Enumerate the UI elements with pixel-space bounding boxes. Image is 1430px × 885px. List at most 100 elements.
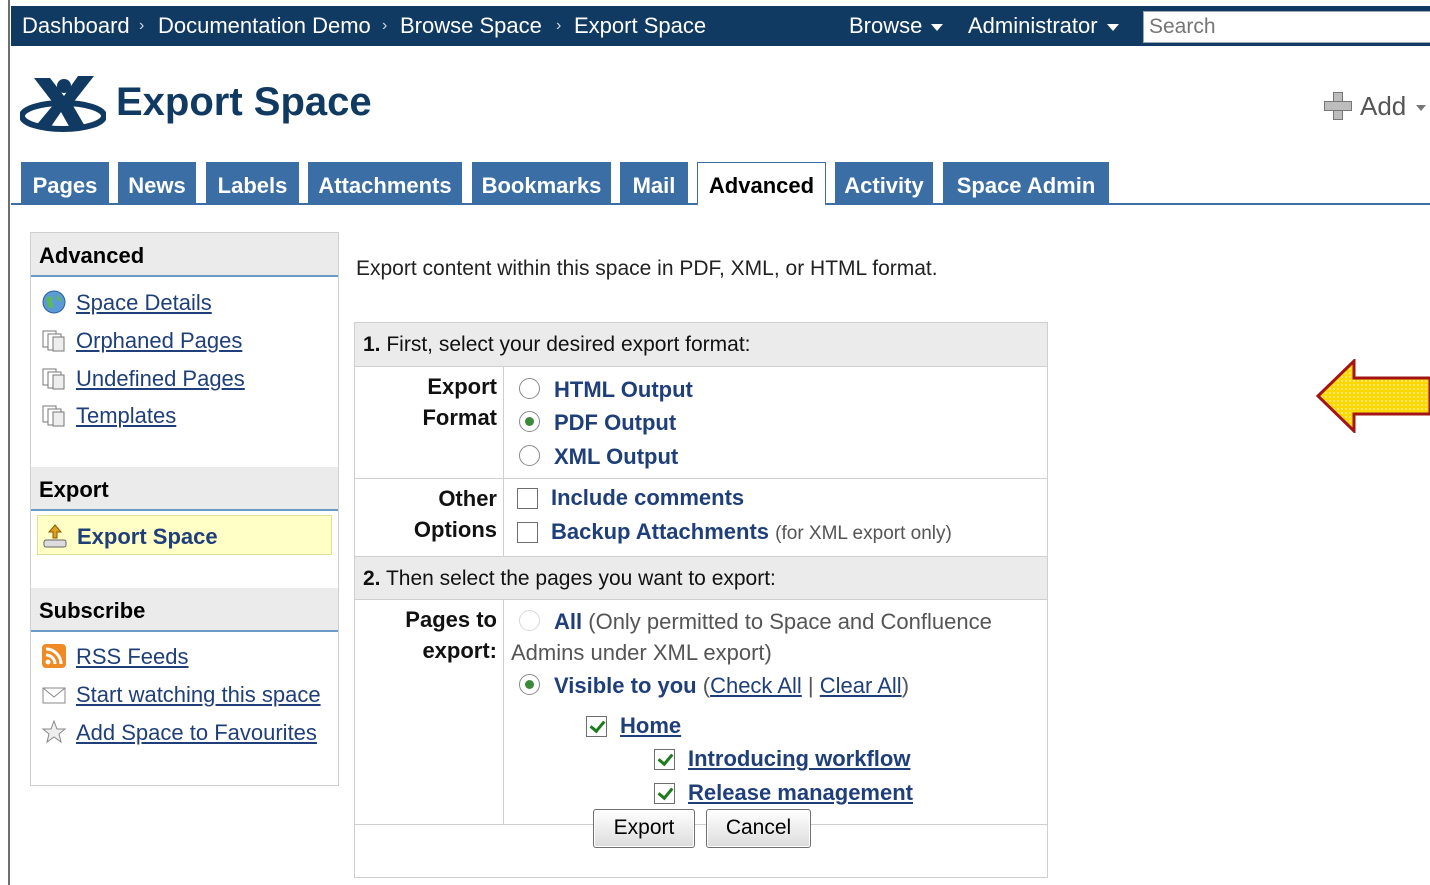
checkbox[interactable] (654, 749, 675, 770)
sidebar-item-label: Templates (76, 403, 177, 428)
pages-option-note: (Only permitted to Space and Confluence (588, 609, 992, 634)
sidebar-item-export-space[interactable]: Export Space (37, 515, 332, 555)
sidebar-item-space-details[interactable]: Space Details (41, 289, 212, 316)
user-menu[interactable]: Administrator (968, 13, 1119, 39)
sidebar-item-undefined-pages[interactable]: Undefined Pages (41, 365, 245, 392)
breadcrumb-export-space[interactable]: Export Space (574, 13, 706, 39)
breadcrumb-separator: › (556, 17, 562, 34)
sidebar-item-add-to-favourites[interactable]: Add Space to Favourites (41, 719, 317, 746)
tab-attachments[interactable]: Attachments (308, 162, 462, 204)
pages-option-label: All (554, 609, 583, 634)
radio-button[interactable] (519, 674, 540, 695)
sidebar-heading-subscribe: Subscribe (31, 588, 338, 632)
window-left-edge (0, 0, 10, 885)
radio-button[interactable] (519, 445, 540, 466)
column-divider (503, 367, 504, 556)
star-icon (41, 719, 67, 744)
checkbox[interactable] (517, 488, 538, 509)
sidebar-item-label: Start watching this space (76, 682, 321, 707)
pages-icon (42, 330, 65, 352)
separator: | (807, 673, 814, 698)
sidebar-item-label: Export Space (77, 524, 218, 549)
sidebar-heading-advanced: Advanced (31, 233, 338, 277)
label-line: Options (413, 517, 497, 542)
breadcrumb-documentation-demo[interactable]: Documentation Demo (158, 13, 371, 39)
export-form-panel: 1. First, select your desired export for… (354, 322, 1048, 878)
tab-bookmarks[interactable]: Bookmarks (472, 162, 611, 204)
tree-item-label[interactable]: Home (620, 713, 681, 738)
label-line: Format (422, 405, 497, 430)
radio-button[interactable] (519, 411, 540, 432)
sidebar-item-label: Space Details (76, 290, 212, 315)
top-navigation-bar: Dashboard › Documentation Demo › Browse … (11, 6, 1430, 46)
sidebar-item-label: Add Space to Favourites (76, 720, 317, 745)
add-menu-button[interactable]: Add (1322, 90, 1427, 122)
tree-item-label[interactable]: Release management (688, 780, 913, 805)
sidebar-item-templates[interactable]: Templates (41, 402, 176, 429)
format-option-html[interactable]: HTML Output (519, 377, 693, 403)
pages-option-visible[interactable]: Visible to you (Check All | Clear All) (519, 673, 909, 699)
option-label: Backup Attachments (551, 519, 770, 544)
tree-item-introducing-workflow[interactable]: Introducing workflow (654, 746, 910, 772)
export-format-label: Export Format (355, 371, 497, 433)
check-all-link[interactable]: Check All (710, 673, 802, 698)
column-divider (503, 600, 504, 824)
tab-news[interactable]: News (118, 162, 196, 204)
breadcrumb-browse-space[interactable]: Browse Space (400, 13, 542, 39)
breadcrumb-separator: › (382, 17, 388, 34)
tab-labels[interactable]: Labels (206, 162, 299, 204)
envelope-icon (42, 687, 66, 704)
add-menu-label: Add (1360, 91, 1407, 121)
tab-pages[interactable]: Pages (21, 162, 109, 204)
format-option-label: HTML Output (554, 377, 693, 402)
browse-menu-label: Browse (849, 13, 923, 38)
checkbox[interactable] (586, 716, 607, 737)
step2-text: Then select the pages you want to export… (385, 567, 776, 590)
label-line: Other (438, 486, 497, 511)
format-option-label: PDF Output (554, 410, 677, 435)
other-options-label: Other Options (355, 483, 497, 545)
clear-all-link[interactable]: Clear All (820, 673, 902, 698)
tab-activity[interactable]: Activity (835, 162, 933, 204)
confluence-logo (20, 76, 106, 132)
step2-heading: 2. Then select the pages you want to exp… (355, 556, 1047, 600)
tab-advanced[interactable]: Advanced (697, 162, 826, 206)
sidebar-item-start-watching[interactable]: Start watching this space (41, 681, 321, 708)
rss-icon (42, 644, 66, 668)
sidebar-item-label: Orphaned Pages (76, 328, 243, 353)
chevron-down-icon (1106, 23, 1119, 31)
tab-mail[interactable]: Mail (620, 162, 688, 204)
export-icon (43, 524, 67, 548)
browse-menu[interactable]: Browse (849, 13, 944, 39)
checkbox[interactable] (517, 522, 538, 543)
left-arrow-icon (1316, 359, 1430, 433)
tree-item-release-management[interactable]: Release management (654, 780, 913, 806)
export-button[interactable]: Export (593, 809, 695, 848)
breadcrumb-dashboard[interactable]: Dashboard (22, 13, 130, 39)
pages-option-all[interactable]: All (Only permitted to Space and Conflue… (519, 609, 992, 635)
chevron-down-icon (931, 23, 944, 31)
format-option-xml[interactable]: XML Output (519, 444, 678, 470)
pages-option-note-continued: Admins under XML export) (511, 640, 772, 665)
sidebar-item-orphaned-pages[interactable]: Orphaned Pages (41, 327, 242, 354)
search-input[interactable] (1143, 11, 1430, 43)
radio-button[interactable] (519, 610, 540, 631)
label-line: Pages to (405, 607, 497, 632)
include-comments-option[interactable]: Include comments (517, 485, 744, 511)
format-option-pdf[interactable]: PDF Output (519, 410, 676, 436)
tab-space-admin[interactable]: Space Admin (943, 162, 1109, 204)
pages-to-export-label: Pages to export: (355, 604, 497, 666)
radio-button[interactable] (519, 378, 540, 399)
plus-icon (1322, 90, 1352, 120)
tree-item-home[interactable]: Home (586, 713, 681, 739)
sidebar-item-rss-feeds[interactable]: RSS Feeds (41, 643, 189, 670)
label-line: Export (427, 374, 497, 399)
chevron-down-icon (1416, 105, 1427, 112)
option-note: (for XML export only) (775, 523, 952, 544)
tree-item-label[interactable]: Introducing workflow (688, 746, 910, 771)
sidebar: Advanced Space Details Orphaned Pages Un… (30, 232, 339, 786)
cancel-button[interactable]: Cancel (706, 809, 811, 848)
backup-attachments-option[interactable]: Backup Attachments (for XML export only) (517, 519, 952, 545)
checkbox[interactable] (654, 783, 675, 804)
sidebar-item-label: Undefined Pages (76, 366, 245, 391)
